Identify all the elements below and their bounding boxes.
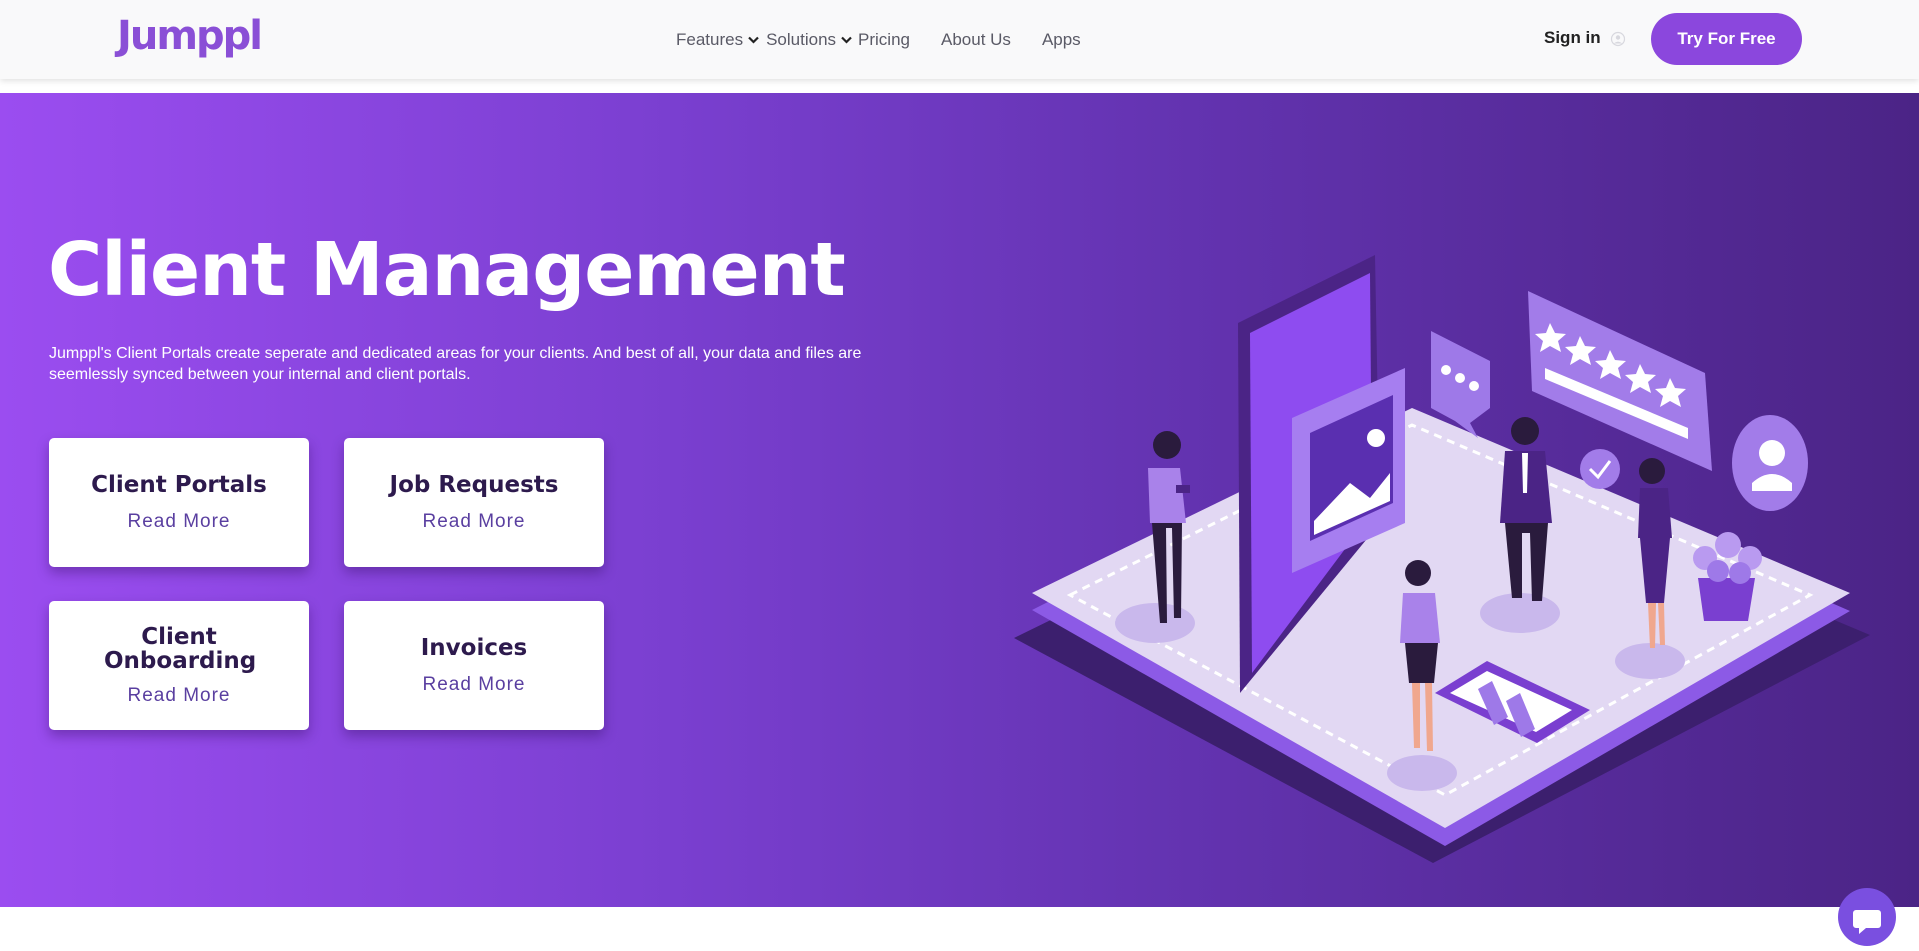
- nav-solutions[interactable]: Solutions: [766, 30, 852, 50]
- read-more-link[interactable]: Read More: [128, 511, 231, 533]
- card-title: Client Onboarding: [104, 623, 257, 674]
- read-more-link[interactable]: Read More: [423, 511, 526, 533]
- chevron-down-icon: [841, 36, 852, 44]
- user-icon: [1610, 31, 1626, 47]
- card-client-portals[interactable]: Client Portals Read More: [49, 438, 309, 567]
- brand-logo-text: Jumppl: [117, 13, 263, 59]
- brand-logo[interactable]: Jumppl: [117, 12, 263, 60]
- card-title: Job Requests: [389, 471, 559, 498]
- nav-pricing[interactable]: Pricing: [858, 30, 910, 50]
- try-for-free-button[interactable]: Try For Free: [1651, 13, 1802, 65]
- card-title: Client Portals: [91, 471, 267, 498]
- nav-features[interactable]: Features: [676, 30, 759, 50]
- nav-features-label: Features: [676, 30, 744, 49]
- nav-apps[interactable]: Apps: [1042, 30, 1081, 50]
- read-more-link[interactable]: Read More: [423, 674, 526, 696]
- card-client-onboarding[interactable]: Client Onboarding Read More: [49, 601, 309, 730]
- nav-about[interactable]: About Us: [941, 30, 1011, 50]
- live-chat-button[interactable]: [1838, 888, 1896, 946]
- main-nav: Features Solutions Pricing About Us Apps: [676, 28, 1081, 52]
- nav-solutions-label: Solutions: [766, 30, 837, 49]
- hero-section: Client Management Jumppl's Client Portal…: [0, 93, 1919, 907]
- card-title: Invoices: [420, 634, 528, 661]
- read-more-link[interactable]: Read More: [128, 685, 231, 707]
- hero-illustration: [1014, 255, 1870, 863]
- image-sun: [1367, 429, 1385, 447]
- sign-in-link[interactable]: Sign in: [1544, 28, 1601, 48]
- hero-title: Client Management: [48, 227, 846, 313]
- check-badge: [1580, 449, 1620, 489]
- card-job-requests[interactable]: Job Requests Read More: [344, 438, 604, 567]
- chevron-down-icon: [748, 36, 759, 44]
- card-invoices[interactable]: Invoices Read More: [344, 601, 604, 730]
- flower-pot: [1698, 578, 1755, 621]
- top-navbar: Jumppl Features Solutions Pricing About …: [0, 0, 1919, 79]
- hero-description: Jumppl's Client Portals create seperate …: [49, 345, 862, 383]
- chat-icon: [1853, 910, 1881, 934]
